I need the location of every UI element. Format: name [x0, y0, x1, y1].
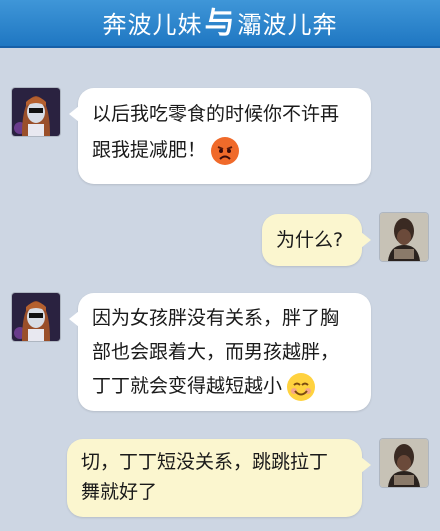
male-avatar[interactable] — [380, 439, 428, 487]
message-line: 舞就好了 — [81, 481, 158, 503]
angry-face-icon — [211, 136, 240, 165]
left-contact-name: 奔波儿妹 — [102, 11, 203, 39]
message-bubble[interactable]: 切，丁丁短没关系，跳跳拉丁 舞就好了 — [67, 439, 371, 517]
message-bubble[interactable]: 为什么? — [262, 214, 371, 266]
female-avatar[interactable] — [12, 88, 60, 136]
message-line: 切，丁丁短没关系，跳跳拉丁 — [81, 451, 329, 473]
female-avatar[interactable] — [12, 293, 60, 341]
message-line: 丁丁就会变得越短越小 — [92, 369, 357, 403]
message-line: 部也会跟着大，而男孩越胖， — [92, 341, 340, 363]
header-separator: 与 — [204, 6, 236, 41]
message-line: 跟我提减肥！ — [92, 132, 357, 168]
message-bubble[interactable]: 以后我吃零食的时候你不许再 跟我提减肥！ — [69, 88, 371, 184]
smiling-face-icon — [287, 372, 316, 401]
right-contact-name: 灞波儿奔 — [237, 11, 338, 39]
message-bubble[interactable]: 因为女孩胖没有关系，胖了胸 部也会跟着大，而男孩越胖， 丁丁就会变得越短越小 — [69, 293, 371, 411]
message-line: 以后我吃零食的时候你不许再 — [92, 103, 340, 125]
chat-header: 奔波儿妹与灞波儿奔 — [0, 0, 440, 48]
message-line: 为什么? — [276, 229, 344, 251]
male-avatar[interactable] — [380, 213, 428, 261]
message-line: 因为女孩胖没有关系，胖了胸 — [92, 307, 340, 329]
